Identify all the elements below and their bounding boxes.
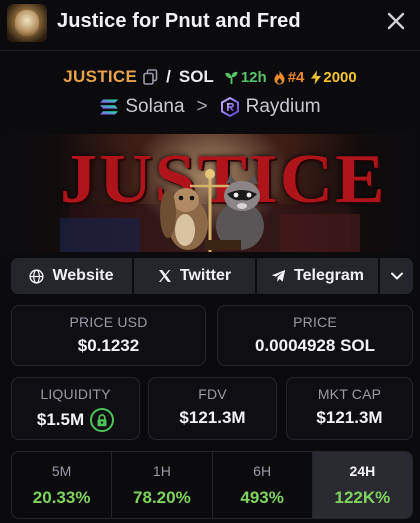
- twitter-button[interactable]: Twitter: [134, 258, 255, 294]
- website-button[interactable]: Website: [11, 258, 132, 294]
- chain-dex-breadcrumb: Solana > Raydium: [0, 94, 420, 120]
- dex-name[interactable]: Raydium: [246, 96, 321, 118]
- trending-rank-value: #4: [287, 68, 305, 86]
- solana-icon: [100, 99, 119, 115]
- lightning-icon: [311, 70, 322, 84]
- raydium-icon: [220, 97, 239, 117]
- change-tab-value: 122K%: [334, 488, 391, 507]
- banner-characters: [160, 169, 264, 252]
- price-usd-label: PRICE USD: [69, 314, 148, 330]
- price-usd-card: PRICE USD $0.1232: [11, 305, 206, 366]
- liquidity-lock-badge[interactable]: [90, 408, 115, 432]
- more-links-button[interactable]: [380, 258, 413, 294]
- change-tab-label: 1H: [152, 463, 171, 479]
- market-cap-value: $121.3M: [316, 408, 383, 427]
- header-divider: [0, 50, 420, 51]
- fdv-card: FDV $121.3M: [148, 377, 277, 440]
- chain-name[interactable]: Solana: [125, 96, 184, 118]
- lock-icon: [97, 413, 107, 426]
- base-symbol: JUSTICE: [63, 67, 138, 86]
- price-change-tabs: 5M 20.33% 1H 78.20% 6H 493% 24H 122K%: [11, 451, 413, 519]
- pair-age: 12h: [224, 69, 267, 86]
- flame-icon: [274, 70, 285, 84]
- liquidity-card: LIQUIDITY $1.5M: [11, 377, 140, 440]
- pair-info: JUSTICE / SOL 12h #4 2000: [0, 64, 420, 90]
- liquidity-value: $1.5M: [36, 410, 85, 429]
- price-native-value: 0.0004928 SOL: [254, 336, 376, 355]
- fdv-label: FDV: [198, 386, 227, 402]
- x-icon: [158, 270, 171, 282]
- change-tab-1h[interactable]: 1H 78.20%: [112, 452, 213, 518]
- close-icon[interactable]: [386, 11, 406, 31]
- change-tab-label: 6H: [253, 463, 272, 479]
- breadcrumb-chevron-icon: >: [196, 96, 208, 117]
- token-title: Justice for Pnut and Fred: [57, 10, 301, 32]
- price-usd-value: $0.1232: [77, 336, 140, 355]
- change-tab-6h[interactable]: 6H 493%: [213, 452, 313, 518]
- liquidity-value-row: $1.5M: [12, 408, 139, 432]
- market-cap-card: MKT CAP $121.3M: [286, 377, 413, 440]
- change-tab-24h[interactable]: 24H 122K%: [312, 452, 412, 518]
- sprout-icon: [225, 71, 238, 84]
- trending-rank[interactable]: #4: [273, 68, 305, 86]
- globe-icon: [29, 268, 45, 284]
- telegram-button[interactable]: Telegram: [257, 258, 378, 294]
- change-tab-5m[interactable]: 5M 20.33%: [12, 452, 113, 518]
- website-label: Website: [52, 267, 114, 284]
- market-cap-label: MKT CAP: [317, 386, 382, 402]
- liquidity-label: LIQUIDITY: [40, 386, 111, 402]
- twitter-label: Twitter: [179, 267, 232, 284]
- token-header: Justice for Pnut and Fred: [0, 0, 420, 44]
- token-avatar: [7, 4, 47, 42]
- change-tab-value: 20.33%: [32, 488, 91, 507]
- boost-count[interactable]: 2000: [310, 68, 357, 86]
- telegram-icon: [271, 270, 286, 282]
- social-links-bar: Website Twitter Telegram: [11, 258, 413, 294]
- quote-symbol: SOL: [178, 67, 214, 86]
- boost-count-value: 2000: [323, 68, 357, 86]
- pair-separator: /: [166, 67, 171, 86]
- copy-icon[interactable]: [143, 69, 158, 85]
- change-tab-value: 493%: [240, 488, 284, 507]
- change-tab-label: 5M: [51, 463, 72, 479]
- pair-age-value: 12h: [240, 68, 267, 86]
- token-banner-image: JUSTICE: [0, 134, 420, 252]
- fdv-value: $121.3M: [179, 408, 246, 427]
- price-native-card: PRICE 0.0004928 SOL: [217, 305, 413, 366]
- price-native-label: PRICE: [293, 314, 337, 330]
- change-tab-label: 24H: [349, 463, 376, 479]
- change-tab-value: 78.20%: [133, 488, 191, 507]
- telegram-label: Telegram: [294, 267, 364, 284]
- chevron-down-icon: [390, 272, 403, 280]
